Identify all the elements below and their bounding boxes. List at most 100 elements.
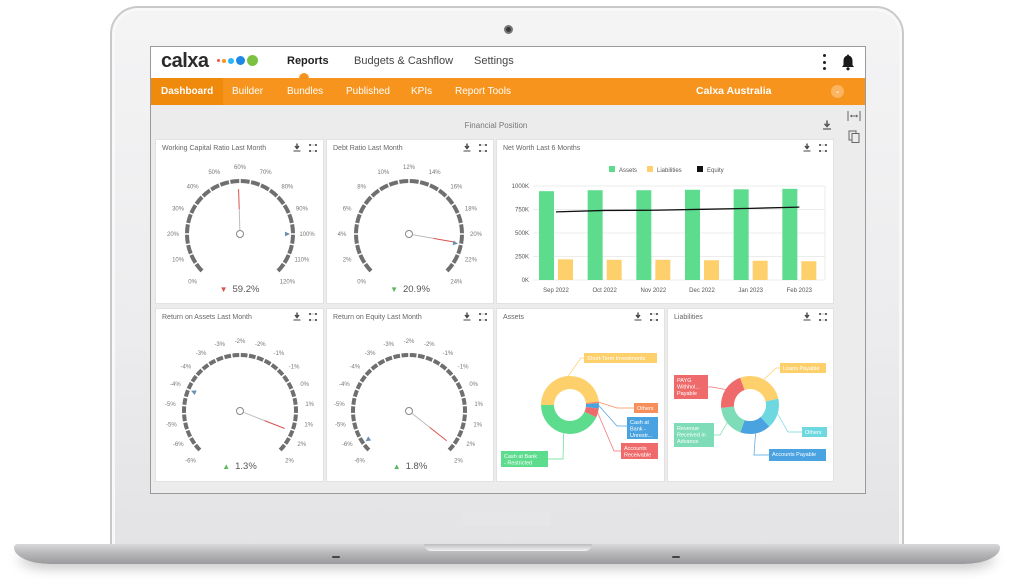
- bar-assets[interactable]: [587, 190, 603, 280]
- x-tick-label: Dec 2022: [689, 288, 715, 294]
- logo-dot: [236, 56, 245, 65]
- kebab-icon[interactable]: [821, 54, 827, 70]
- gauge-tick-label: -1%: [289, 365, 300, 371]
- download-icon[interactable]: [293, 312, 301, 321]
- gauge-arc-segment: [351, 397, 357, 405]
- bar-assets[interactable]: [685, 189, 700, 280]
- gauge-arc-segment: [286, 381, 294, 390]
- bell-icon[interactable]: [841, 53, 855, 71]
- bar-liabilities[interactable]: [752, 260, 768, 280]
- gauge-arc-segment: [291, 422, 297, 430]
- leader-line: [763, 367, 780, 380]
- expand-icon[interactable]: [650, 312, 658, 321]
- gauge-value: 1.3%: [235, 461, 257, 472]
- gauge-arc-segment: [293, 414, 298, 422]
- expand-icon[interactable]: [309, 312, 317, 321]
- y-tick-label: 750K: [515, 208, 529, 214]
- gauge-arc-segment: [354, 429, 362, 438]
- gauge-arc-segment: [452, 437, 460, 445]
- tab-bundles[interactable]: Bundles: [277, 78, 333, 105]
- top-nav-reports[interactable]: Reports: [287, 55, 329, 67]
- bar-assets[interactable]: [636, 190, 652, 280]
- gauge-tick-label: 14%: [429, 170, 442, 176]
- top-nav-settings[interactable]: Settings: [474, 55, 514, 67]
- card-assets: Assets Short-Term Investments Others Cash …: [496, 308, 665, 482]
- bar-liabilities[interactable]: [801, 261, 817, 280]
- expand-icon[interactable]: [479, 312, 487, 321]
- download-icon[interactable]: [803, 143, 811, 152]
- leader-line: [708, 386, 726, 390]
- donut-label: Others: [805, 430, 822, 436]
- fit-width-icon[interactable]: [847, 110, 861, 122]
- tab-dashboard[interactable]: Dashboard: [151, 78, 224, 105]
- bar-liabilities[interactable]: [558, 259, 573, 280]
- bar-assets[interactable]: [733, 189, 749, 280]
- top-nav-budgets-cashflow[interactable]: Budgets & Cashflow: [354, 55, 453, 67]
- gauge-arc-segment: [193, 443, 202, 452]
- gauge-arc-segment: [370, 363, 379, 371]
- bar-liabilities[interactable]: [606, 259, 622, 280]
- gauge-target-marker: [452, 240, 459, 246]
- gauge-arc-segment: [287, 244, 294, 255]
- liabilities-donut-chart: Loans Payable Others Accounts Payable Reven…: [674, 363, 827, 461]
- gauge-tick-label: 0%: [300, 382, 309, 388]
- gauge-arc-segment: [362, 443, 371, 452]
- gauge-arc-segment: [399, 179, 409, 184]
- gauge-arc-segment: [445, 368, 454, 377]
- donut-slice[interactable]: [740, 376, 779, 402]
- gauge-tick-label: -6%: [173, 442, 184, 448]
- download-icon[interactable]: [463, 143, 471, 152]
- leader-line: [598, 405, 627, 427]
- gauge-arc-segment: [461, 397, 467, 405]
- gauge-tick-label: -4%: [181, 365, 192, 371]
- bar-liabilities[interactable]: [655, 259, 671, 280]
- gauge-arc-segment: [419, 180, 430, 187]
- gauge-arc-segment: [276, 368, 285, 377]
- donut-slice[interactable]: [541, 376, 599, 405]
- bar-assets[interactable]: [782, 188, 798, 280]
- tab-report-tools[interactable]: Report Tools: [445, 78, 521, 105]
- gauge-tick-label: 2%: [297, 442, 306, 448]
- gauge-arc-segment: [290, 389, 297, 398]
- gauge-tick-label: -3%: [214, 342, 225, 348]
- bar-assets[interactable]: [539, 191, 554, 280]
- gauge-value-row: ▲ 1.3%: [156, 461, 323, 472]
- gauge-arc-segment: [230, 179, 240, 184]
- top-bar: calxa Reports Budgets & Cashflow Setting…: [151, 47, 865, 78]
- calxa-logo[interactable]: calxa: [161, 50, 209, 73]
- expand-icon[interactable]: [819, 312, 827, 321]
- expand-icon[interactable]: [309, 143, 317, 152]
- download-icon[interactable]: [822, 120, 832, 130]
- card-tools: [634, 312, 658, 321]
- organization-name[interactable]: Calxa Australia: [696, 78, 771, 105]
- expand-icon[interactable]: [819, 143, 827, 152]
- logo-dot: [228, 57, 234, 64]
- download-icon[interactable]: [803, 312, 811, 321]
- donut-label: Received in: [677, 433, 706, 439]
- donut-label: Bank -: [630, 427, 646, 433]
- gauge-value: 1.8%: [405, 461, 428, 472]
- gauge-arc-segment: [358, 437, 366, 445]
- gauge-arc-segment: [186, 213, 193, 224]
- leader-line: [597, 412, 621, 452]
- download-icon[interactable]: [293, 143, 301, 152]
- download-icon[interactable]: [634, 312, 642, 321]
- chevron-down-icon[interactable]: ⌄: [831, 85, 844, 98]
- card-title: Assets: [503, 314, 525, 321]
- download-icon[interactable]: [463, 312, 471, 321]
- expand-icon[interactable]: [479, 143, 487, 152]
- copy-icon[interactable]: [848, 130, 860, 143]
- tab-published[interactable]: Published: [336, 78, 400, 105]
- gauge-tick-label: -6%: [342, 442, 353, 448]
- gauge-pivot: [405, 407, 413, 415]
- tab-kpis[interactable]: KPIs: [401, 78, 442, 105]
- donut-slice[interactable]: [721, 406, 745, 433]
- gauge-tick-label: -2%: [404, 339, 415, 345]
- gauge-arc-segment: [354, 224, 359, 234]
- donut-slice[interactable]: [721, 377, 745, 408]
- gauge-arc-segment: [194, 262, 204, 273]
- bar-liabilities[interactable]: [704, 260, 719, 280]
- tab-builder[interactable]: Builder: [222, 78, 273, 105]
- gauge-tick-label: 90%: [296, 206, 309, 212]
- gauge-arc-segment: [370, 188, 381, 198]
